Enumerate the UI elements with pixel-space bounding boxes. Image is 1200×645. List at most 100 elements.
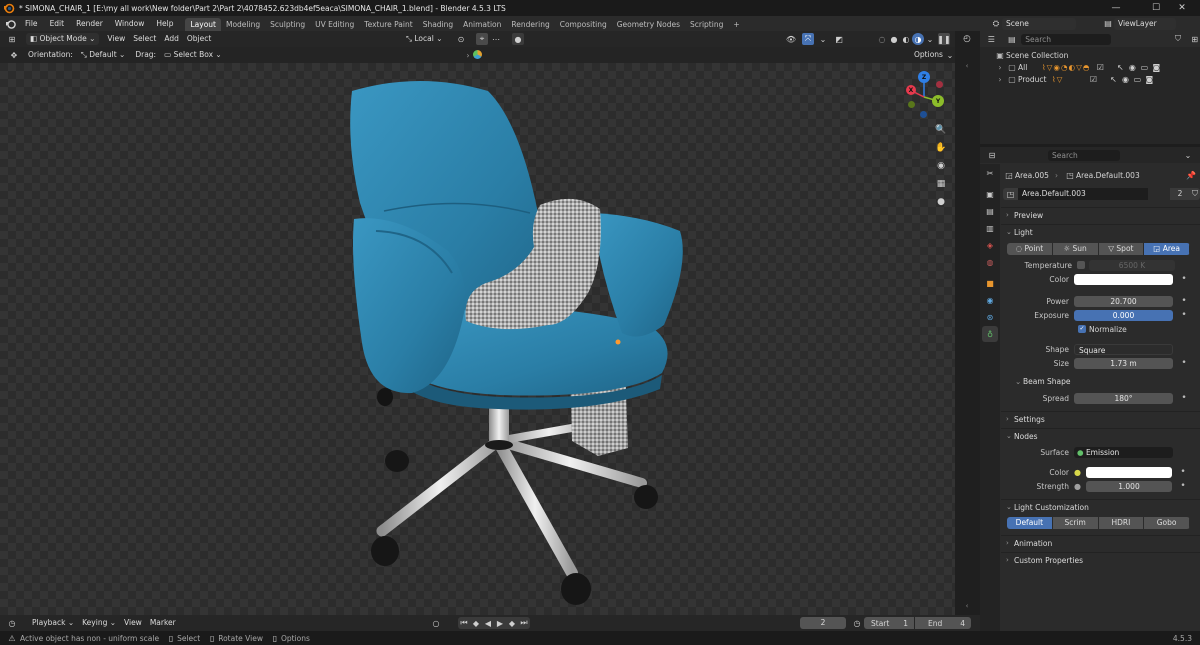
tab-compositing[interactable]: Compositing <box>555 18 612 31</box>
temperature-field[interactable]: 6500 K <box>1089 259 1175 271</box>
tab-tool-icon[interactable]: ✂ <box>982 165 998 181</box>
jump-end-icon[interactable]: ⏭ <box>518 617 530 629</box>
outliner-item-all[interactable]: › ▢ All ⌇▽◉◔◐▽◓ ☑ ↖ ◉ ▭ ◙ <box>980 61 1200 73</box>
menu-marker[interactable]: Marker <box>146 617 180 629</box>
overlay-dropdown-icon[interactable]: ⌄ <box>817 33 829 45</box>
panel-custom-properties[interactable]: › Custom Properties <box>1001 552 1200 567</box>
proportional-edit-icon[interactable]: ● <box>512 33 524 45</box>
menu-playback[interactable]: Playback ⌄ <box>28 617 78 629</box>
eye-icon[interactable]: ◉ <box>1126 61 1138 73</box>
viewport-toggle-icon[interactable]: ◴ <box>960 32 974 46</box>
camera-icon[interactable]: ◙ <box>1143 73 1155 85</box>
auto-keying-icon[interactable]: ○ <box>430 617 442 629</box>
tab-animation[interactable]: Animation <box>458 18 506 31</box>
tab-sculpting[interactable]: Sculpting <box>265 18 310 31</box>
scene-name[interactable]: Scene <box>1002 17 1076 30</box>
navigation-gizmo[interactable]: Z Y X <box>898 71 950 123</box>
keyframe-dot[interactable]: • <box>1178 358 1190 368</box>
blender-menu-icon[interactable] <box>5 18 17 30</box>
xray-icon[interactable]: ◩ <box>833 33 845 45</box>
tab-constraints-icon[interactable]: ⊛ <box>982 309 998 325</box>
tab-modeling[interactable]: Modeling <box>221 18 265 31</box>
tab-layout[interactable]: Layout <box>185 17 221 31</box>
snap-target-icon[interactable]: ⋯ <box>490 33 502 45</box>
3d-viewport[interactable]: Z Y X 🔍 ✋ ◉ ▦ ● <box>0 63 955 615</box>
preview-range-icon[interactable]: ◷ <box>851 617 863 629</box>
drag-dropdown[interactable]: ▭ Select Box ⌄ <box>160 49 226 61</box>
keyframe-dot[interactable]: • <box>1178 274 1190 284</box>
tab-view-layer-icon[interactable]: ▥ <box>982 220 998 236</box>
perspective-grid-icon[interactable]: ▦ <box>934 177 948 191</box>
properties-editor-icon[interactable]: ⊟ <box>986 149 998 161</box>
next-keyframe-icon[interactable]: ◆ <box>506 617 518 629</box>
panel-light-customization[interactable]: ⌄ Light Customization <box>1001 499 1200 514</box>
transform-orientation-dropdown[interactable]: ⤡ Local ⌄ <box>402 33 447 45</box>
shape-dropdown[interactable]: Square <box>1074 343 1173 355</box>
menu-render[interactable]: Render <box>70 16 109 31</box>
customization-scrim[interactable]: Scrim <box>1052 517 1099 529</box>
gizmo-y[interactable]: Y <box>932 95 944 107</box>
properties-search-input[interactable]: Search <box>1048 149 1120 161</box>
gizmo-neg-x[interactable] <box>936 81 943 88</box>
light-type-sun[interactable]: ☼ Sun <box>1052 243 1099 255</box>
shading-solid-icon[interactable]: ● <box>888 33 900 45</box>
outliner-search-input[interactable]: Search <box>1021 33 1111 45</box>
view-layer-selector[interactable]: ▤ ViewLayer <box>1102 17 1176 30</box>
display-mode-icon[interactable]: ▤ <box>1007 33 1018 45</box>
current-frame-field[interactable]: 2 <box>800 617 846 629</box>
add-workspace-button[interactable]: + <box>728 18 744 31</box>
strength-field[interactable]: 1.000 <box>1086 480 1172 492</box>
expand-icon[interactable]: › <box>994 73 1006 85</box>
menu-object[interactable]: Object <box>183 33 215 45</box>
shading-rendered-icon[interactable]: ◑ <box>912 33 924 45</box>
tab-uv-editing[interactable]: UV Editing <box>310 18 359 31</box>
gizmo-x[interactable]: X <box>906 85 916 95</box>
light-bulb-icon[interactable]: ● <box>934 195 948 209</box>
close-button[interactable]: ✕ <box>1162 0 1200 16</box>
zoom-icon[interactable]: 🔍 <box>934 123 948 137</box>
scene-collection-row[interactable]: ▣ Scene Collection <box>980 49 1200 61</box>
menu-edit[interactable]: Edit <box>44 16 71 31</box>
camera-view-icon[interactable]: ◉ <box>934 159 948 173</box>
gizmo-z[interactable]: Z <box>918 71 930 83</box>
play-icon[interactable]: ▶ <box>494 617 506 629</box>
properties-options-icon[interactable]: ⌄ <box>1182 149 1194 161</box>
exposure-field[interactable]: 0.000 <box>1074 309 1173 321</box>
menu-help[interactable]: Help <box>150 16 179 31</box>
move-tool-icon[interactable]: ✥ <box>8 49 20 61</box>
keyframe-dot[interactable]: • <box>1178 310 1190 320</box>
tab-scripting[interactable]: Scripting <box>685 18 728 31</box>
panel-beam-shape[interactable]: ⌄ Beam Shape <box>1001 373 1200 389</box>
panel-nodes[interactable]: ⌄ Nodes <box>1001 428 1200 443</box>
menu-add[interactable]: Add <box>160 33 183 45</box>
tab-texture-paint[interactable]: Texture Paint <box>359 18 417 31</box>
tab-scene-icon[interactable]: ◈ <box>982 237 998 253</box>
customization-gobo[interactable]: Gobo <box>1144 517 1190 529</box>
node-color-swatch[interactable] <box>1086 466 1172 478</box>
tab-light-data-icon[interactable]: ♁ <box>982 326 998 342</box>
temperature-checkbox[interactable] <box>1077 261 1085 269</box>
keyframe-dot[interactable]: • <box>1177 481 1189 491</box>
pause-render-icon[interactable]: ❚❚ <box>937 33 951 45</box>
pivot-icon[interactable]: ⊙ <box>455 33 467 45</box>
eye-icon[interactable]: ◉ <box>1119 73 1131 85</box>
outliner-item-product[interactable]: › ▢ Product ⌇▽ ☑ ↖ ◉ ▭ ◙ <box>980 73 1200 85</box>
normalize-checkbox[interactable]: ✓ <box>1078 325 1086 333</box>
size-field[interactable]: 1.73 m <box>1074 357 1173 369</box>
light-type-spot[interactable]: ▽ Spot <box>1098 243 1145 255</box>
panel-settings[interactable]: › Settings <box>1001 411 1200 426</box>
mode-dropdown[interactable]: ◧ Object Mode ⌄ <box>26 33 100 45</box>
select-icon[interactable]: ↖ <box>1107 73 1119 85</box>
camera-icon[interactable]: ◙ <box>1150 61 1162 73</box>
sidebar-collapse-bottom-icon[interactable]: ‹ <box>960 599 974 613</box>
end-frame-field[interactable]: End 4 <box>915 617 971 629</box>
customization-hdri[interactable]: HDRI <box>1098 517 1145 529</box>
shading-dropdown-icon[interactable]: ⌄ <box>924 33 936 45</box>
gizmo-neg-y[interactable] <box>908 101 915 108</box>
checkbox-icon[interactable]: ☑ <box>1094 61 1106 73</box>
scene-selector[interactable]: ⛭ Scene <box>990 17 1076 30</box>
menu-file[interactable]: File <box>19 16 44 31</box>
monitor-icon[interactable]: ▭ <box>1131 73 1143 85</box>
play-reverse-icon[interactable]: ◀ <box>482 617 494 629</box>
gizmo-toggle-icon[interactable]: ⤧ <box>802 33 814 45</box>
